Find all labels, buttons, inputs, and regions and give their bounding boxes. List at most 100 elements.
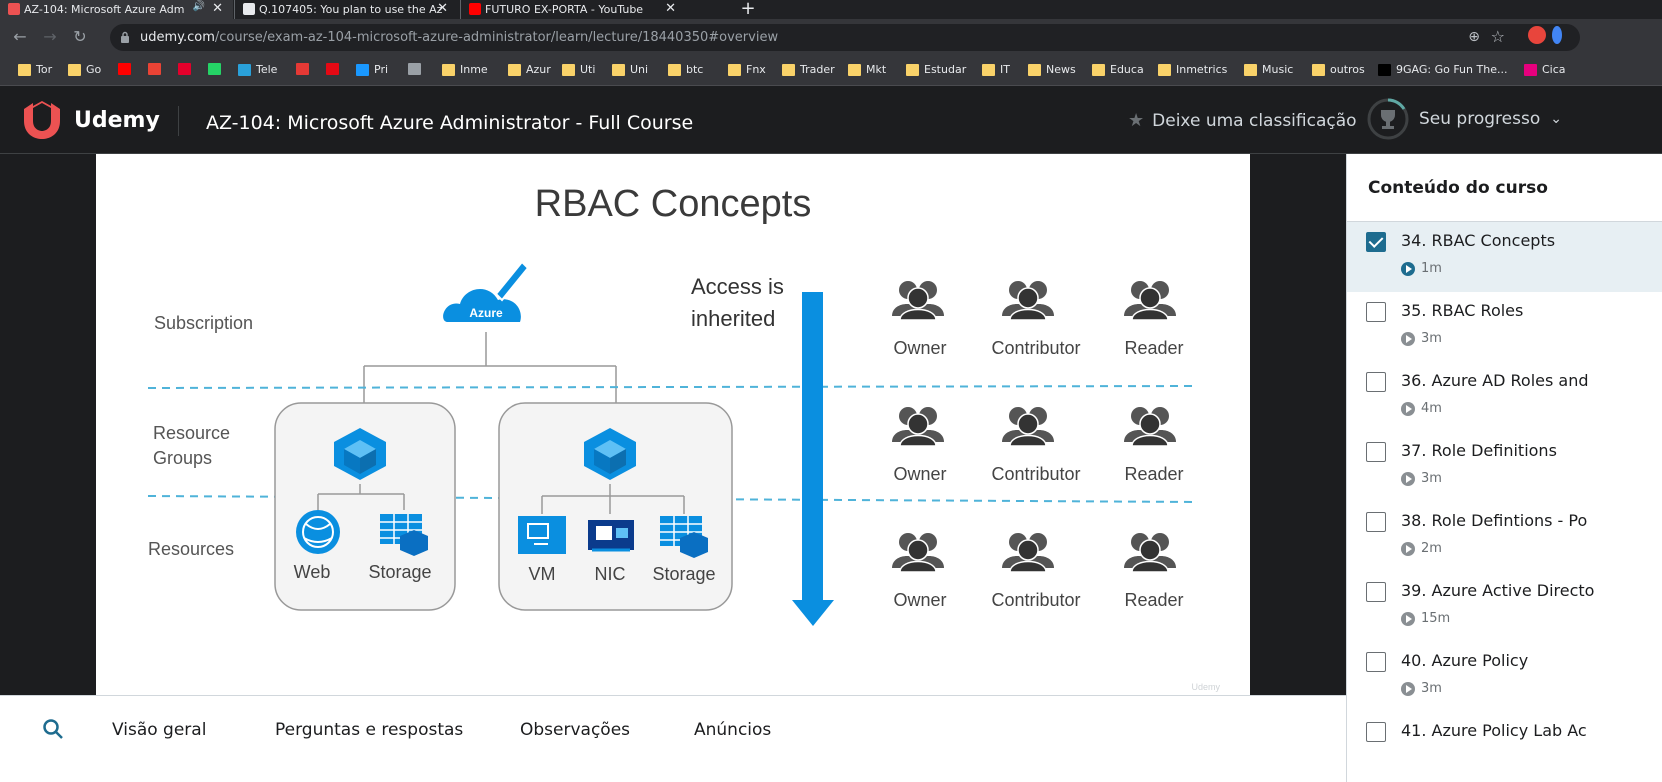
search-icon[interactable] xyxy=(42,718,64,740)
lecture-item[interactable]: 40. Azure Policy 3m xyxy=(1347,642,1662,712)
whatsapp-icon xyxy=(208,63,221,75)
rate-course-button[interactable]: ★ Deixe uma classificação xyxy=(1128,110,1357,131)
chevron-down-icon: ⌄ xyxy=(1550,111,1562,127)
bookmark-item[interactable]: Estudar xyxy=(906,63,966,76)
bookmark-item[interactable]: Tele xyxy=(238,63,277,76)
bookmark-item[interactable]: Music xyxy=(1244,63,1293,76)
folder-icon xyxy=(728,63,741,76)
bookmark-item[interactable]: Uti xyxy=(562,63,595,76)
lecture-checkbox[interactable] xyxy=(1366,722,1386,742)
bookmark-item[interactable] xyxy=(408,63,426,75)
bookmark-item[interactable] xyxy=(148,63,166,75)
bookmark-label: btc xyxy=(686,63,704,76)
lecture-item[interactable]: 34. RBAC Concepts 1m xyxy=(1347,222,1662,292)
tab-announcements[interactable]: Anúncios xyxy=(694,720,771,740)
people-icon xyxy=(1002,281,1054,321)
lecture-item[interactable]: 38. Role Defintions - Po 2m xyxy=(1347,502,1662,572)
zoom-icon[interactable]: ⊕ xyxy=(1468,29,1480,45)
bookmark-item[interactable]: Go xyxy=(68,63,101,76)
new-tab-button[interactable]: + xyxy=(736,0,760,19)
bookmark-item[interactable]: Uni xyxy=(612,63,648,76)
bookmark-item[interactable]: Mkt xyxy=(848,63,886,76)
lecture-item[interactable]: 36. Azure AD Roles and 4m xyxy=(1347,362,1662,432)
lecture-title: 37. Role Definitions xyxy=(1401,441,1557,460)
gmail-icon xyxy=(148,63,161,75)
bookmark-item[interactable] xyxy=(326,63,344,75)
resource-label-vm: VM xyxy=(529,564,556,584)
bookmark-item[interactable]: Azur xyxy=(508,63,551,76)
udemy-logo-icon xyxy=(24,101,60,139)
browser-tab-strip: AZ-104: Microsoft Azure Adm 🔊 ✕ Q.107405… xyxy=(0,0,1662,19)
extension-icon[interactable] xyxy=(1552,26,1562,44)
lecture-item[interactable]: 41. Azure Policy Lab Ac xyxy=(1347,712,1662,782)
forward-arrow-icon[interactable]: → xyxy=(40,27,60,47)
speaker-icon[interactable]: 🔊 xyxy=(193,1,205,12)
people-icon xyxy=(1002,533,1054,573)
bookmark-item[interactable]: 9GAG: Go Fun The... xyxy=(1378,63,1507,76)
lecture-checkbox[interactable] xyxy=(1366,372,1386,392)
bookmark-item[interactable]: Tor xyxy=(18,63,52,76)
bookmark-item[interactable]: Educa xyxy=(1092,63,1144,76)
udemy-logo[interactable]: Udemy xyxy=(20,99,160,141)
extension-icon[interactable] xyxy=(1528,26,1546,44)
bookmark-item[interactable]: outros xyxy=(1312,63,1365,76)
role-label: Contributor xyxy=(991,590,1080,610)
lecture-checkbox[interactable] xyxy=(1366,232,1386,252)
simplefx-icon xyxy=(296,63,309,75)
folder-icon xyxy=(612,63,625,76)
back-arrow-icon[interactable]: ← xyxy=(10,27,30,47)
lecture-item[interactable]: 35. RBAC Roles 3m xyxy=(1347,292,1662,362)
bookmark-item[interactable]: btc xyxy=(668,63,703,76)
tab-qa[interactable]: Perguntas e respostas xyxy=(275,720,463,740)
tab-notes[interactable]: Observações xyxy=(520,720,630,740)
lecture-checkbox[interactable] xyxy=(1366,582,1386,602)
resource-label-storage: Storage xyxy=(652,564,715,584)
bookmark-label: News xyxy=(1046,63,1076,76)
course-title[interactable]: AZ-104: Microsoft Azure Administrator - … xyxy=(206,112,693,134)
address-bar[interactable]: udemy.com/course/exam-az-104-microsoft-a… xyxy=(110,24,1580,51)
browser-tab-youtube[interactable]: FUTURO EX-PORTA - YouTube ✕ xyxy=(460,0,686,19)
bookmark-item[interactable]: Trader xyxy=(782,63,835,76)
bookmark-item[interactable]: Fnx xyxy=(728,63,766,76)
bookmark-item[interactable]: News xyxy=(1028,63,1076,76)
lecture-checkbox[interactable] xyxy=(1366,302,1386,322)
vm-icon xyxy=(518,516,566,554)
lecture-slide: RBAC Concepts Subscription Resource Grou… xyxy=(96,154,1250,695)
lecture-checkbox[interactable] xyxy=(1366,512,1386,532)
browser-tab-question[interactable]: Q.107405: You plan to use the Az ✕ xyxy=(234,0,458,19)
lecture-checkbox[interactable] xyxy=(1366,442,1386,462)
bookmark-item[interactable]: Pri xyxy=(356,63,388,76)
folder-icon xyxy=(1244,63,1257,76)
bookmark-label: Tele xyxy=(256,63,278,76)
level-resource: Resource xyxy=(153,423,230,443)
bookmark-item[interactable] xyxy=(296,63,314,75)
bookmark-item[interactable]: IT xyxy=(982,63,1010,76)
lecture-item[interactable]: 39. Azure Active Directo 15m xyxy=(1347,572,1662,642)
tab-overview[interactable]: Visão geral xyxy=(112,720,206,740)
progress-dropdown[interactable]: Seu progresso ⌄ xyxy=(1367,98,1562,140)
lecture-item[interactable]: 37. Role Definitions 3m xyxy=(1347,432,1662,502)
bookmark-item[interactable] xyxy=(118,63,136,75)
folder-icon xyxy=(18,63,31,76)
close-tab-icon[interactable]: ✕ xyxy=(665,1,676,16)
browser-tab-udemy[interactable]: AZ-104: Microsoft Azure Adm 🔊 ✕ xyxy=(0,0,233,19)
close-tab-icon[interactable]: ✕ xyxy=(437,1,448,16)
role-label: Reader xyxy=(1124,338,1183,358)
bookmark-item[interactable] xyxy=(178,63,196,75)
address-url: udemy.com/course/exam-az-104-microsoft-a… xyxy=(140,30,779,45)
bookmark-star-icon[interactable]: ☆ xyxy=(1491,27,1505,46)
bookmark-item[interactable]: Inmetrics xyxy=(1158,63,1227,76)
rate-label: Deixe uma classificação xyxy=(1152,110,1357,131)
folder-icon xyxy=(1092,63,1105,76)
bookmark-item[interactable] xyxy=(208,63,226,75)
bookmark-item[interactable]: Inme xyxy=(442,63,488,76)
role-icons: Owner Contributor Reader Owner Contributor Re… xyxy=(892,281,1184,610)
level-groups: Groups xyxy=(153,448,212,468)
close-tab-icon[interactable]: ✕ xyxy=(212,1,223,16)
level-subscription: Subscription xyxy=(154,313,253,333)
duration-text: 3m xyxy=(1421,331,1442,346)
bookmark-item[interactable]: Cica xyxy=(1524,63,1566,76)
play-circle-icon xyxy=(1401,471,1415,486)
lecture-checkbox[interactable] xyxy=(1366,652,1386,672)
reload-icon[interactable]: ↻ xyxy=(70,27,90,47)
